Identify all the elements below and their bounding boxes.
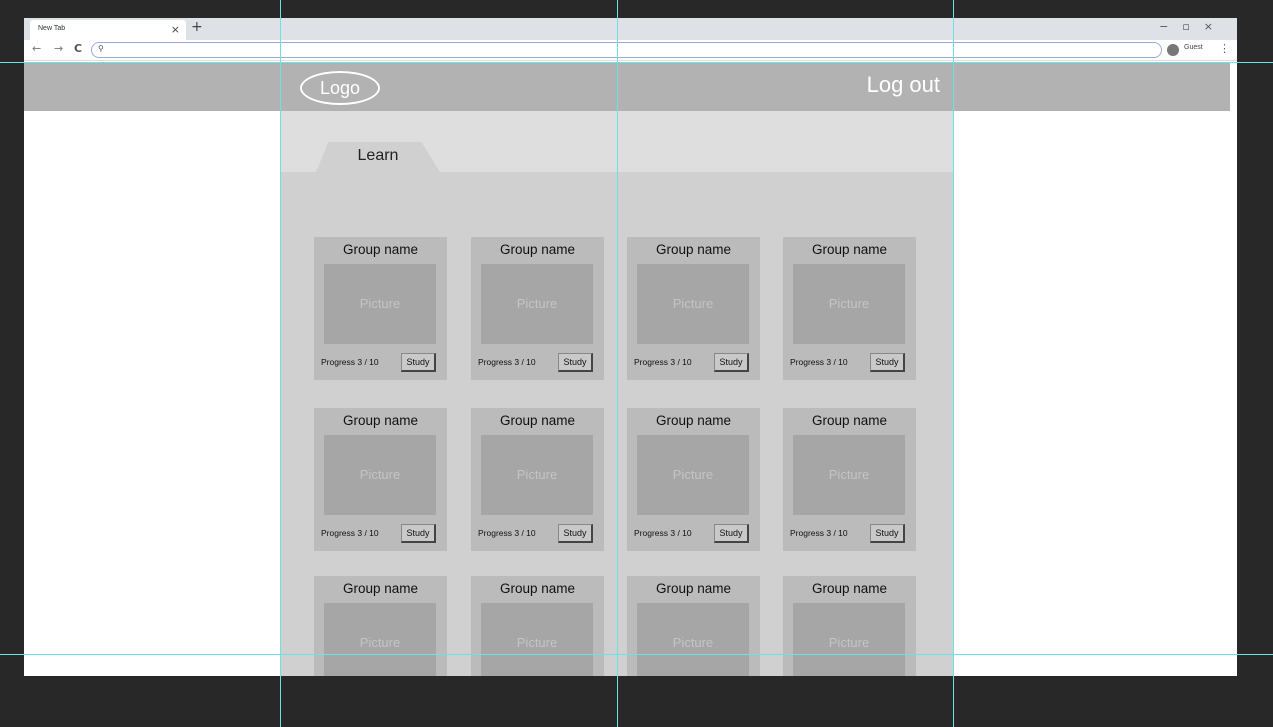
profile-avatar-icon[interactable] bbox=[1167, 44, 1179, 56]
maximize-icon[interactable]: ▫ bbox=[1182, 20, 1203, 33]
group-card: Group namePictureProgress 3 / 10Study bbox=[627, 576, 760, 676]
group-card: Group name Picture Progress 3 / 10 Study bbox=[627, 237, 760, 380]
group-name: Group name bbox=[811, 581, 888, 596]
minimize-icon[interactable]: − bbox=[1159, 20, 1182, 33]
group-picture: Picture bbox=[793, 264, 905, 344]
group-name: Group name bbox=[342, 413, 419, 428]
group-picture: Picture bbox=[324, 603, 436, 676]
study-button[interactable]: Study bbox=[401, 524, 436, 543]
close-icon[interactable]: × bbox=[1204, 20, 1227, 33]
logout-link[interactable]: Log out bbox=[844, 72, 940, 98]
logo[interactable]: Logo bbox=[300, 71, 380, 105]
group-card: Group name Picture Progress 3 / 10 Study bbox=[471, 237, 604, 380]
group-card: Group namePictureProgress 3 / 10Study bbox=[471, 576, 604, 676]
tab-title: New Tab bbox=[38, 25, 66, 32]
group-progress: Progress 3 / 10 bbox=[634, 357, 692, 367]
group-progress: Progress 3 / 10 bbox=[478, 357, 536, 367]
group-progress: Progress 3 / 10 bbox=[634, 528, 692, 538]
group-name: Group name bbox=[655, 242, 732, 257]
back-icon[interactable]: ← bbox=[32, 42, 41, 55]
group-progress: Progress 3 / 10 bbox=[790, 357, 848, 367]
browser-tab[interactable]: New Tab × bbox=[30, 20, 186, 40]
guide-line bbox=[0, 654, 1273, 655]
group-picture: Picture bbox=[324, 435, 436, 515]
study-button[interactable]: Study bbox=[558, 524, 593, 543]
group-card: Group name Picture Progress 3 / 10 Study bbox=[314, 237, 447, 380]
study-button[interactable]: Study bbox=[870, 353, 905, 372]
browser-window: New Tab × + −▫× ← → C ⚲ Guest ⋮ Logo Log… bbox=[24, 18, 1237, 676]
group-progress: Progress 3 / 10 bbox=[790, 528, 848, 538]
address-bar[interactable]: ⚲ bbox=[91, 42, 1162, 58]
group-name: Group name bbox=[342, 581, 419, 596]
window-controls: −▫× bbox=[1159, 20, 1227, 33]
group-card: Group namePictureProgress 3 / 10Study bbox=[314, 576, 447, 676]
group-name: Group name bbox=[655, 581, 732, 596]
study-button[interactable]: Study bbox=[870, 524, 905, 543]
site-header: Logo Log out bbox=[24, 62, 1230, 111]
group-card: Group name Picture Progress 3 / 10 Study bbox=[314, 408, 447, 551]
group-picture: Picture bbox=[637, 435, 749, 515]
group-card: Group name Picture Progress 3 / 10 Study bbox=[627, 408, 760, 551]
tab-bar: New Tab × + −▫× bbox=[24, 18, 1237, 40]
group-picture: Picture bbox=[793, 435, 905, 515]
guide-line bbox=[280, 0, 281, 727]
close-tab-icon[interactable]: × bbox=[171, 23, 180, 36]
browser-toolbar: ← → C ⚲ Guest ⋮ bbox=[24, 40, 1237, 61]
study-button[interactable]: Study bbox=[714, 524, 749, 543]
group-name: Group name bbox=[499, 413, 576, 428]
forward-icon[interactable]: → bbox=[54, 42, 63, 55]
guide-line bbox=[0, 62, 1273, 63]
group-progress: Progress 3 / 10 bbox=[321, 357, 379, 367]
group-picture: Picture bbox=[324, 264, 436, 344]
group-card: Group namePictureProgress 3 / 10Study bbox=[783, 576, 916, 676]
study-button[interactable]: Study bbox=[714, 353, 749, 372]
tab-learn-label: Learn bbox=[357, 147, 399, 164]
browser-menu-icon[interactable]: ⋮ bbox=[1219, 42, 1230, 55]
group-card: Group name Picture Progress 3 / 10 Study bbox=[471, 408, 604, 551]
group-card: Group name Picture Progress 3 / 10 Study bbox=[783, 408, 916, 551]
group-picture: Picture bbox=[481, 603, 593, 676]
new-tab-icon[interactable]: + bbox=[191, 19, 203, 35]
group-card: Group name Picture Progress 3 / 10 Study bbox=[783, 237, 916, 380]
study-button[interactable]: Study bbox=[558, 353, 593, 372]
profile-label[interactable]: Guest bbox=[1184, 44, 1203, 51]
group-progress: Progress 3 / 10 bbox=[478, 528, 536, 538]
group-name: Group name bbox=[342, 242, 419, 257]
group-picture: Picture bbox=[481, 264, 593, 344]
group-picture: Picture bbox=[637, 264, 749, 344]
group-name: Group name bbox=[811, 242, 888, 257]
tab-learn[interactable]: Learn bbox=[316, 142, 440, 172]
group-name: Group name bbox=[499, 581, 576, 596]
guide-line bbox=[953, 0, 954, 727]
search-icon: ⚲ bbox=[98, 44, 104, 53]
group-progress: Progress 3 / 10 bbox=[321, 528, 379, 538]
study-button[interactable]: Study bbox=[401, 353, 436, 372]
group-name: Group name bbox=[811, 413, 888, 428]
group-name: Group name bbox=[499, 242, 576, 257]
guide-line bbox=[617, 0, 618, 727]
group-name: Group name bbox=[655, 413, 732, 428]
group-picture: Picture bbox=[637, 603, 749, 676]
reload-icon[interactable]: C bbox=[74, 42, 82, 55]
group-picture: Picture bbox=[481, 435, 593, 515]
group-picture: Picture bbox=[793, 603, 905, 676]
